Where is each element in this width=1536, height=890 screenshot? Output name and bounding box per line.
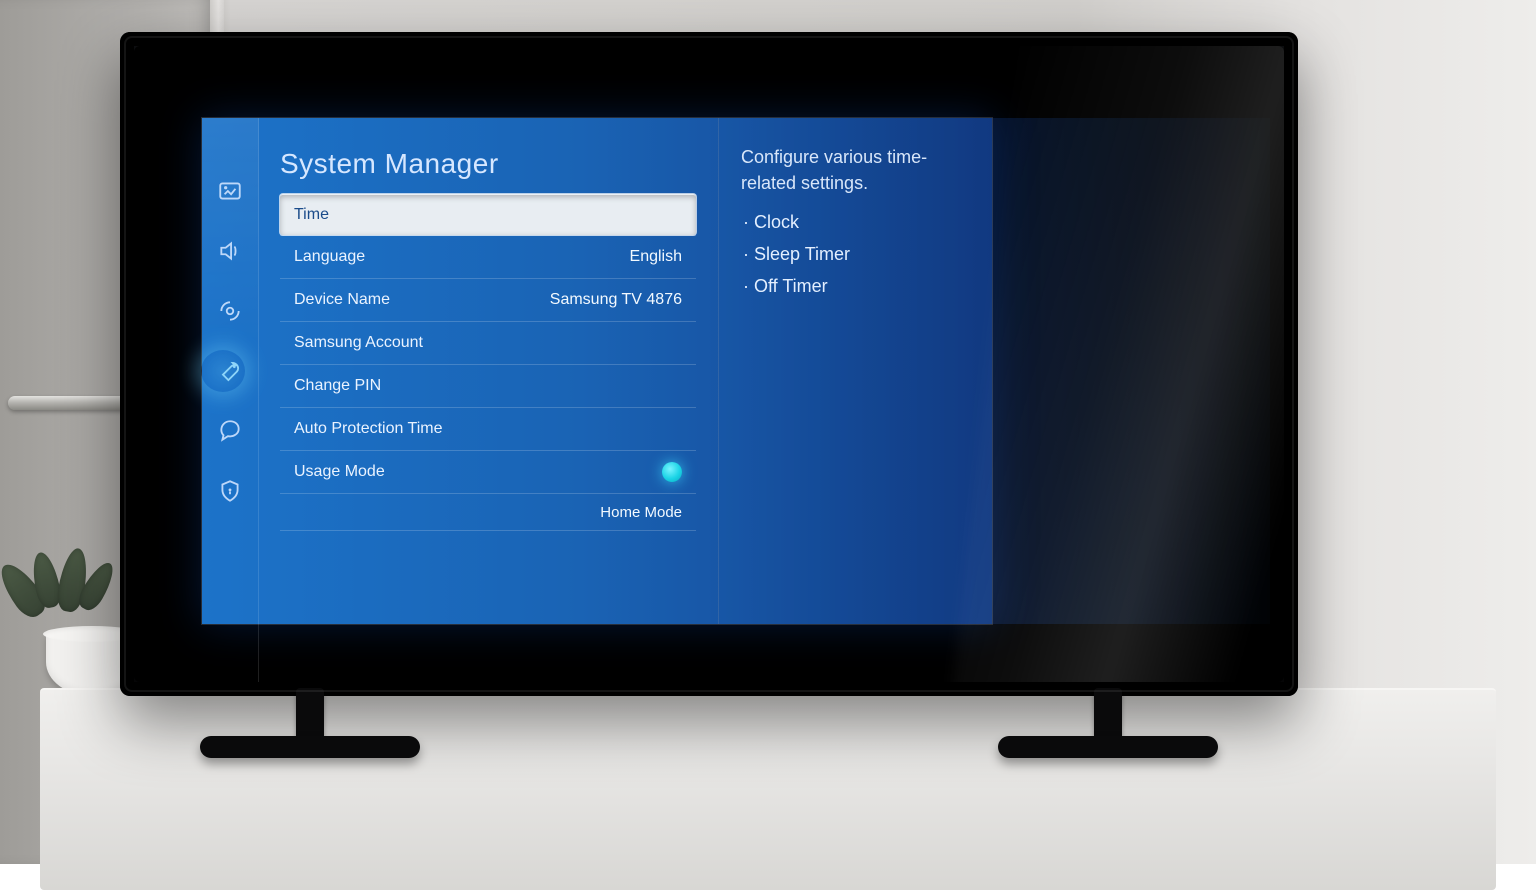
broadcast-icon[interactable] [215,296,245,326]
general-icon[interactable] [215,356,245,386]
loading-spinner-icon [662,462,682,482]
menu-item-label: Language [294,248,365,266]
picture-icon[interactable] [215,176,245,206]
tv-foot-right [998,688,1218,758]
support-icon[interactable] [215,416,245,446]
tv-body: g [120,32,1298,696]
menu-item-auto-protection-time[interactable]: Auto Protection Time [280,407,696,450]
menu-item-label: Change PIN [294,377,381,395]
menu-item-label: Usage Mode [294,463,385,481]
sound-icon[interactable] [215,236,245,266]
menu-item-change-pin[interactable]: Change PIN [280,364,696,407]
settings-panel: System Manager Time Language English Dev… [202,118,992,624]
menu-item-usage-mode[interactable]: Usage Mode [280,450,696,493]
menu-item-value: English [630,248,682,266]
settings-icon-rail [202,118,259,682]
menu-item-time[interactable]: Time [280,194,696,235]
ui-dark-background [992,118,1270,624]
menu-item-label: Device Name [294,291,390,309]
menu-item-samsung-account[interactable]: Samsung Account [280,321,696,364]
description-bullet: Clock [743,206,972,238]
description-bullet-list: Clock Sleep Timer Off Timer [743,206,972,302]
menu-item-label: Time [294,206,329,224]
menu-item-language[interactable]: Language English [280,235,696,278]
menu-item-device-name[interactable]: Device Name Samsung TV 4876 [280,278,696,321]
privacy-icon[interactable] [215,476,245,506]
settings-main-column: System Manager Time Language English Dev… [258,118,718,624]
menu-item-value: Home Mode [600,504,682,521]
description-panel: Configure various time-related settings.… [718,118,992,624]
description-bullet: Off Timer [743,270,972,302]
tv-foot-left [200,688,420,758]
page-title: System Manager [280,148,696,180]
tv-screen: g [134,46,1284,682]
description-bullet: Sleep Timer [743,238,972,270]
description-text: Configure various time-related settings. [741,144,972,196]
menu-item-label: Samsung Account [294,334,423,352]
room-background: g [0,0,1536,864]
menu-item-usage-mode-value-row[interactable]: Home Mode [280,493,696,531]
menu-item-label: Auto Protection Time [294,420,443,438]
menu-item-value: Samsung TV 4876 [550,291,682,309]
